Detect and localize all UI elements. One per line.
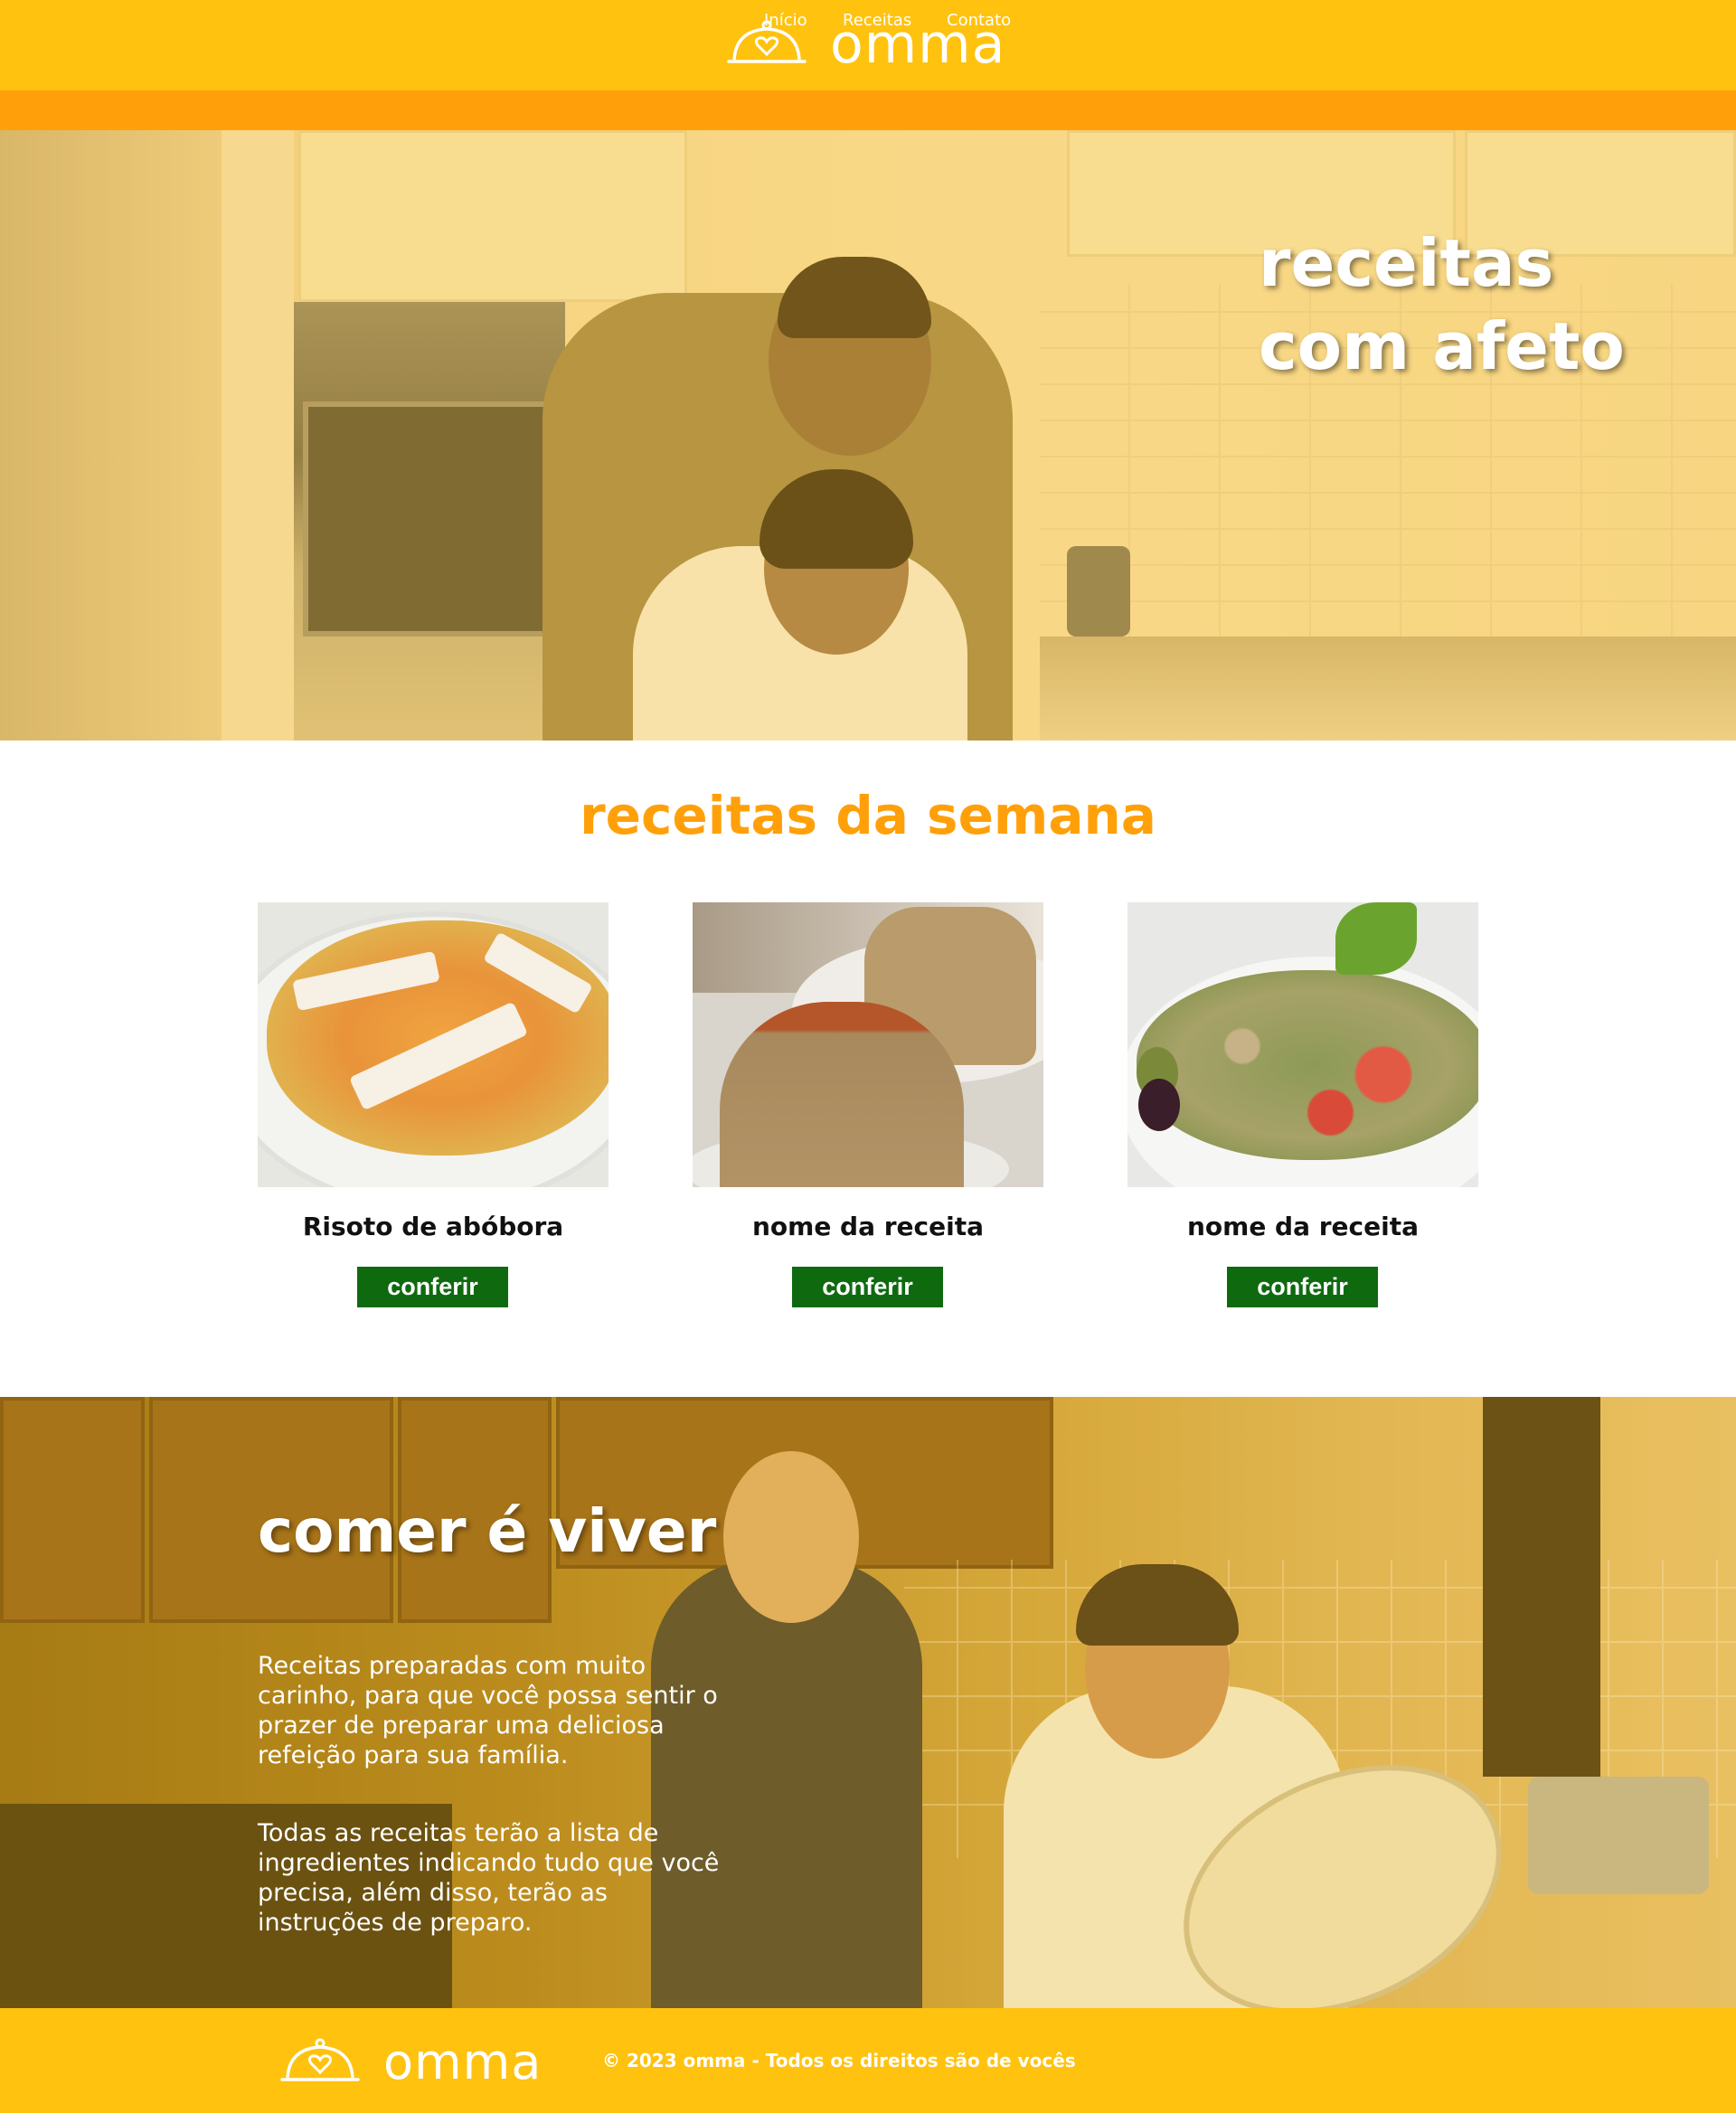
conferir-button[interactable]: conferir (792, 1267, 943, 1307)
about-title: comer é viver (258, 1496, 717, 1566)
salad (1137, 970, 1478, 1160)
nav-receitas[interactable]: Receitas (843, 0, 911, 40)
mint-leaf (1335, 902, 1417, 975)
recipe-photo-cake[interactable] (693, 902, 1043, 1187)
cloche-heart-icon (280, 2038, 360, 2087)
olive (1138, 1079, 1180, 1131)
recipe-photo-tabbouleh[interactable] (1127, 902, 1478, 1187)
conferir-button[interactable]: conferir (1227, 1267, 1378, 1307)
recipe-name: nome da receita (751, 1212, 985, 1241)
recipes-section-title: receitas da semana (580, 785, 1156, 846)
nav-inicio[interactable]: Início (764, 0, 807, 40)
footer-brand-name: omma (383, 2033, 542, 2090)
nav-contato[interactable]: Contato (947, 0, 1011, 40)
hero-title-line1: receitas (1259, 225, 1554, 301)
main-nav (0, 90, 1736, 130)
hero-title: receitas com afeto (1259, 222, 1729, 388)
recipe-photo-risotto[interactable] (258, 902, 609, 1187)
recipe-name: Risoto de abóbora (302, 1212, 564, 1241)
footer-logo[interactable]: omma (280, 2037, 542, 2088)
recipe-name: nome da receita (1186, 1212, 1420, 1241)
conferir-button[interactable]: conferir (357, 1267, 508, 1307)
copyright-text: © 2023 omma - Todos os direitos são de v… (602, 2050, 1076, 2071)
cake-slice (720, 1002, 964, 1187)
about-paragraph-1: Receitas preparadas com muito carinho, p… (258, 1652, 718, 1769)
hero-title-line2: com afeto (1259, 308, 1625, 384)
about-paragraph-2: Todas as receitas terão a lista de ingre… (258, 1819, 720, 1937)
